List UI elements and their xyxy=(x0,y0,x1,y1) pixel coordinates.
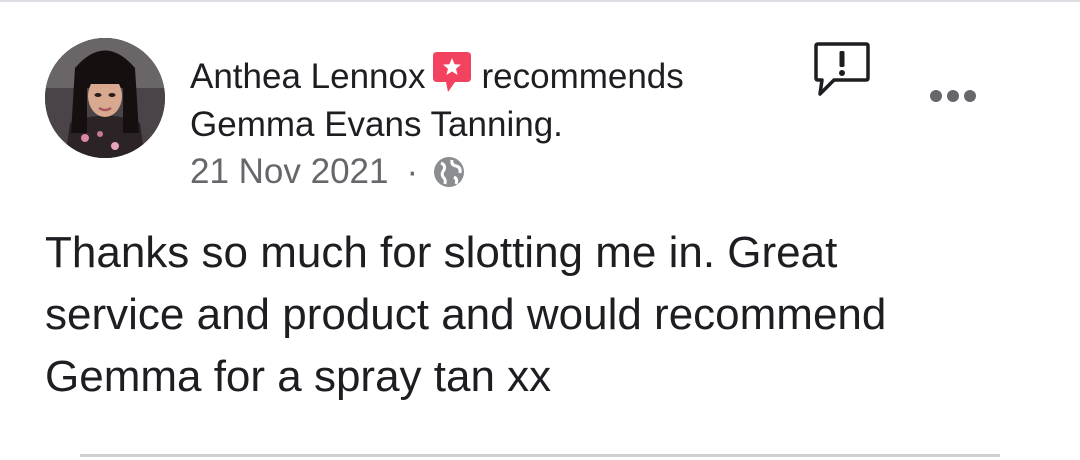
top-border xyxy=(0,0,1080,2)
header-line-1: Anthea Lennox recommends xyxy=(190,50,800,101)
globe-icon xyxy=(432,155,466,189)
page-name-link[interactable]: Gemma Evans Tanning. xyxy=(190,105,563,144)
author-name[interactable]: Anthea Lennox xyxy=(190,57,425,96)
report-icon[interactable] xyxy=(812,40,872,98)
divider xyxy=(80,454,1000,457)
post-date[interactable]: 21 Nov 2021 xyxy=(190,152,388,191)
avatar[interactable] xyxy=(45,38,165,158)
avatar-photo xyxy=(45,38,165,158)
action-text: recommends xyxy=(481,57,684,96)
post-body: Thanks so much for slotting me in. Great… xyxy=(45,228,887,401)
post-meta: 21 Nov 2021 · xyxy=(190,150,466,194)
more-options-icon[interactable] xyxy=(926,84,980,108)
meta-separator: · xyxy=(406,152,419,191)
recommendation-post: Anthea Lennox recommends Gemma Evans Tann… xyxy=(0,0,1080,460)
header-line-2: Gemma Evans Tanning. xyxy=(190,101,800,149)
post-header: Anthea Lennox recommends Gemma Evans Tann… xyxy=(190,50,800,149)
recommend-badge-icon xyxy=(431,50,473,94)
